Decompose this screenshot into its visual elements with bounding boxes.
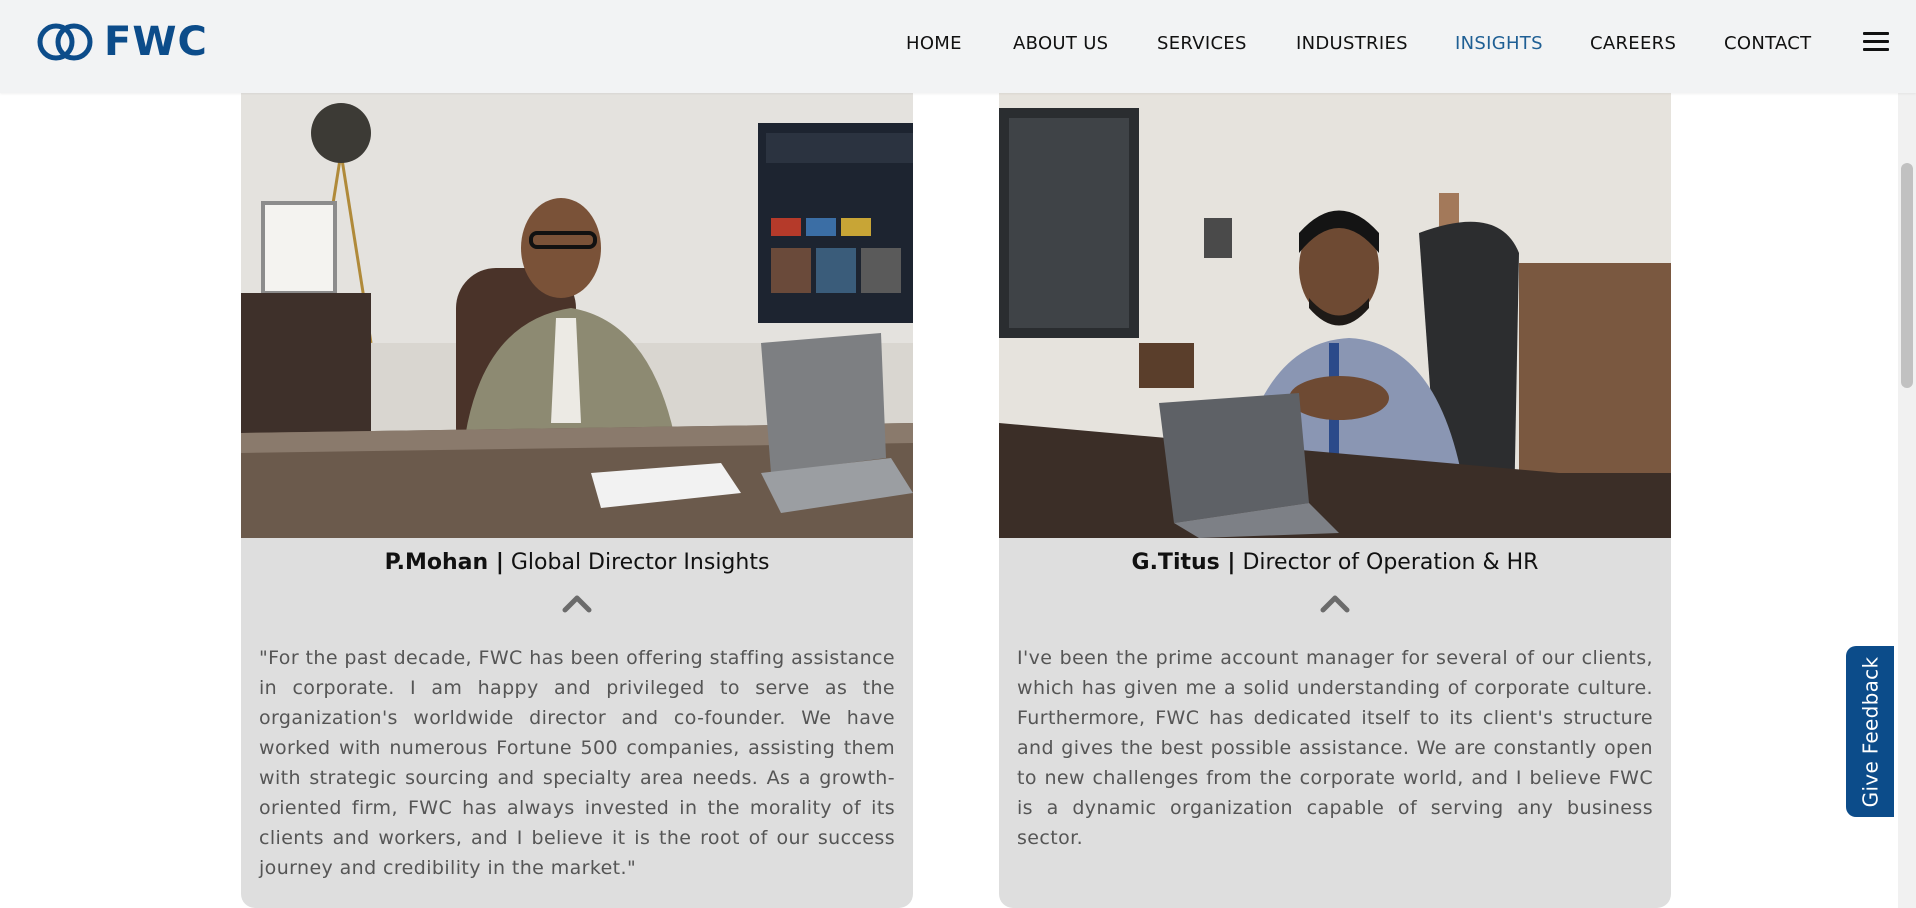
logo-rings-icon [37,23,93,61]
team-card-mohan: P.Mohan | Global Director Insights "For … [241,93,913,908]
nav-insights[interactable]: INSIGHTS [1455,32,1543,56]
site-header: FWC HOME ABOUT US SERVICES INDUSTRIES IN… [0,0,1916,93]
portrait-image [241,93,913,538]
scrollbar[interactable] [1898,93,1916,908]
testimonial-text: I've been the prime account manager for … [1017,647,1653,849]
person-name: G.Titus | [1131,550,1236,575]
person-title-mohan: P.Mohan | Global Director Insights [241,548,913,578]
page: FWC HOME ABOUT US SERVICES INDUSTRIES IN… [0,0,1916,908]
person-title-titus: G.Titus | Director of Operation & HR [999,548,1671,578]
chevron-up-icon[interactable] [562,593,592,613]
person-role: Director of Operation & HR [1235,550,1539,575]
portrait-image [999,93,1671,538]
testimonial-text: "For the past decade, FWC has been offer… [259,647,895,879]
nav-industries[interactable]: INDUSTRIES [1296,32,1408,56]
nav-about-us[interactable]: ABOUT US [1013,32,1108,56]
person-role: Global Director Insights [503,550,770,575]
nav-services[interactable]: SERVICES [1157,32,1247,56]
chevron-up-icon[interactable] [1320,593,1350,613]
scrollbar-thumb[interactable] [1901,163,1913,388]
photo-titus [999,93,1671,538]
give-feedback-label: Give Feedback [1858,656,1883,807]
team-card-titus: G.Titus | Director of Operation & HR I'v… [999,93,1671,908]
photo-mohan [241,93,913,538]
logo-text: FWC [104,19,208,65]
nav-contact[interactable]: CONTACT [1724,32,1811,56]
nav-home[interactable]: HOME [906,32,962,56]
give-feedback-button[interactable]: Give Feedback [1846,646,1894,817]
nav-careers[interactable]: CAREERS [1590,32,1676,56]
fwc-logo[interactable]: FWC [36,20,208,64]
hamburger-icon[interactable] [1863,32,1889,52]
person-name: P.Mohan | [384,550,504,575]
